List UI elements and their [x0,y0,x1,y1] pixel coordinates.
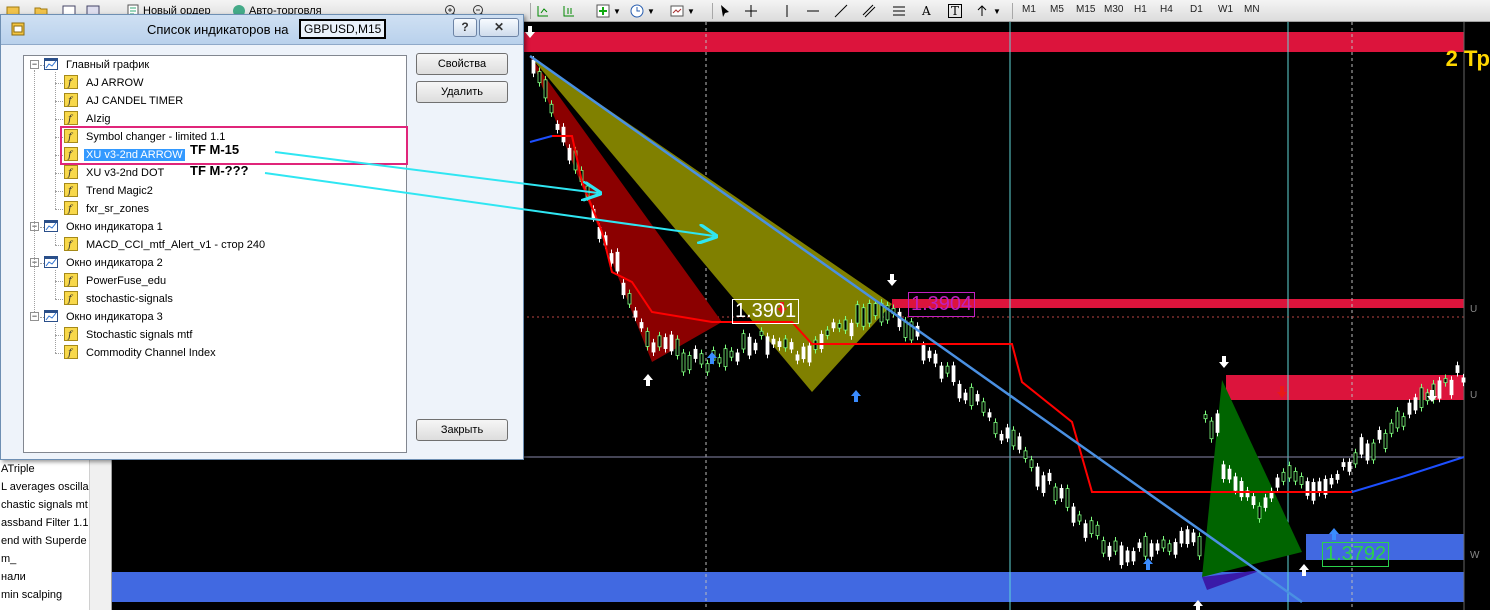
annotation-arrow-2 [264,172,714,236]
annotation-arrow-1 [274,151,598,193]
annotation-arrows [264,151,1490,610]
